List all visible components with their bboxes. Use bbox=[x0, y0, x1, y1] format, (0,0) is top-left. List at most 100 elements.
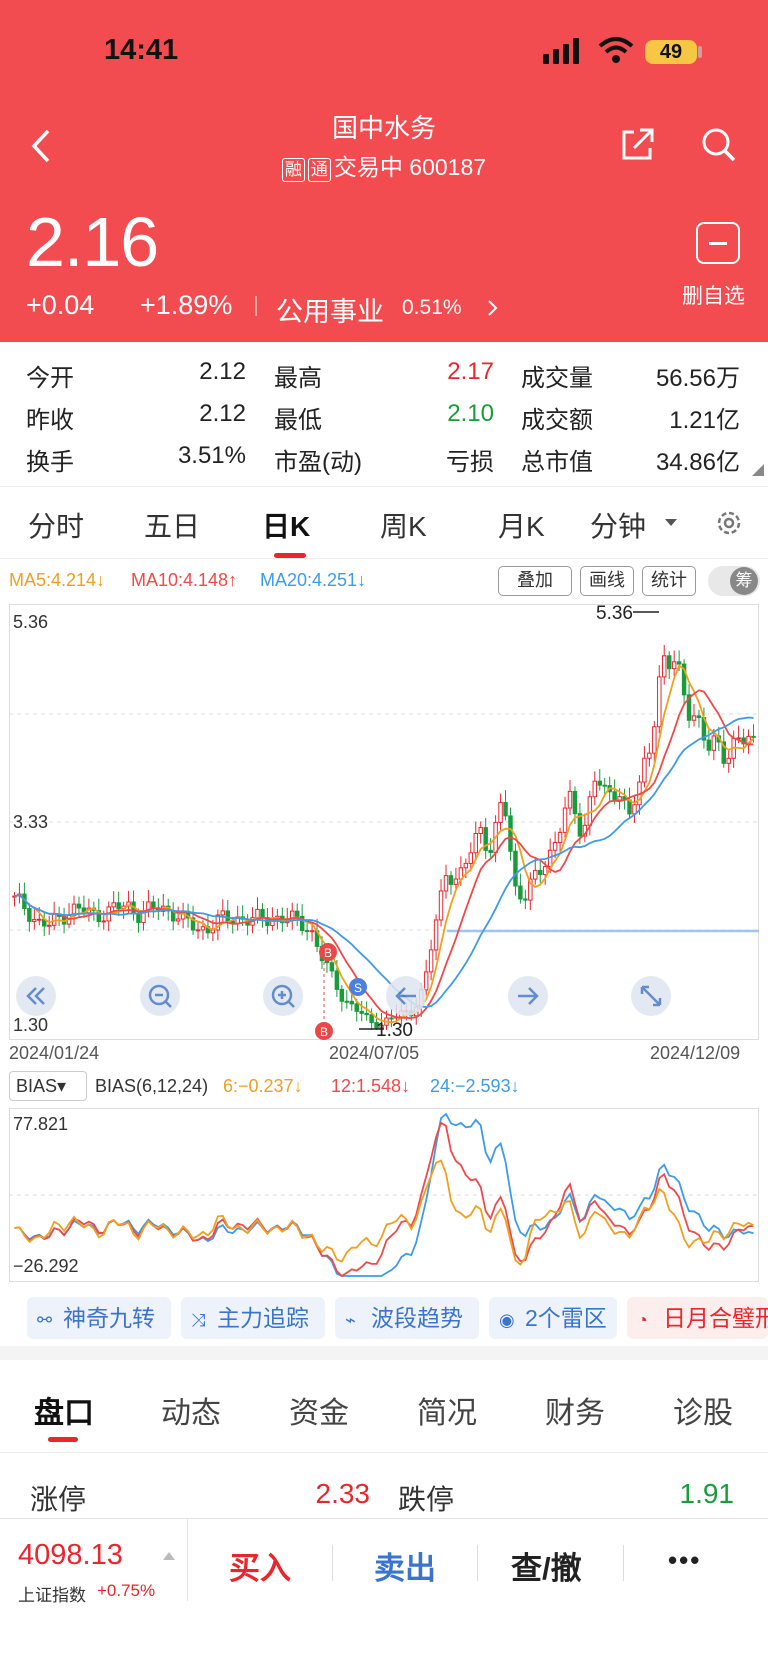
buy-button[interactable]: 买入 bbox=[229, 1543, 291, 1588]
candle-body bbox=[225, 910, 230, 922]
chevron-right-icon[interactable] bbox=[486, 298, 500, 318]
tab-intraday[interactable]: 分时 bbox=[28, 505, 84, 545]
candle-body bbox=[389, 1017, 394, 1020]
candle-body bbox=[354, 1003, 359, 1012]
candle-body bbox=[329, 962, 335, 972]
x-label-start: 2024/01/24 bbox=[9, 1043, 100, 1063]
candle-body bbox=[46, 924, 52, 927]
candle-body bbox=[32, 918, 37, 922]
battery-indicator: 49 bbox=[645, 40, 697, 64]
divider bbox=[0, 558, 768, 559]
candle-body bbox=[463, 862, 469, 869]
sell-button[interactable]: 卖出 bbox=[374, 1543, 436, 1588]
candle-body bbox=[428, 949, 434, 973]
expand-corner-icon[interactable] bbox=[752, 464, 764, 476]
draw-line-button[interactable]: 画线 bbox=[580, 566, 634, 596]
prev-close-value: 2.12 bbox=[199, 400, 246, 427]
candle-body bbox=[557, 831, 563, 843]
candle-body bbox=[552, 841, 558, 851]
feature-label: 2个雷区 bbox=[525, 1305, 607, 1331]
tab-minute[interactable]: 分钟 bbox=[590, 505, 646, 545]
scroll-left-button[interactable] bbox=[386, 976, 426, 1016]
candle-body bbox=[101, 920, 106, 923]
feature-band-trend[interactable]: ⌁ 波段趋势 bbox=[335, 1297, 479, 1339]
candle-body bbox=[339, 988, 345, 1002]
index-value[interactable]: 4098.13 bbox=[18, 1539, 123, 1572]
price-change-pct: +1.89% bbox=[140, 290, 233, 320]
settings-icon[interactable] bbox=[714, 508, 744, 538]
feature-nine-turns[interactable]: ⚯ 神奇九转 bbox=[27, 1297, 171, 1339]
turnover-label: 换手 bbox=[26, 449, 74, 476]
tab-profile[interactable]: 简况 bbox=[417, 1388, 477, 1432]
candle-body bbox=[647, 752, 652, 759]
zoom-out-button[interactable] bbox=[140, 976, 180, 1016]
overlay-button[interactable]: 叠加 bbox=[498, 566, 572, 596]
trade-footer: 4098.13 上证指数 +0.75% 买入 卖出 查/撤 ••• bbox=[0, 1518, 768, 1665]
fullscreen-button[interactable] bbox=[631, 976, 671, 1016]
pe-label: 市盈(动) bbox=[274, 449, 362, 476]
chip-toggle-knob: 筹 bbox=[730, 567, 758, 595]
scroll-right-button[interactable] bbox=[508, 976, 548, 1016]
buy-marker-label: B bbox=[324, 946, 332, 960]
trend-icon: ⌁ bbox=[345, 1310, 356, 1330]
scroll-left-fast-button[interactable] bbox=[16, 976, 56, 1016]
kline-chart[interactable]: B S B bbox=[9, 604, 759, 1040]
query-cancel-button[interactable]: 查/撤 bbox=[511, 1543, 582, 1588]
index-pct: +0.75% bbox=[97, 1581, 156, 1600]
double-chevron-left-icon bbox=[26, 987, 45, 1005]
tab-diagnosis[interactable]: 诊股 bbox=[673, 1388, 733, 1432]
indicator-selector[interactable]: BIAS▾ bbox=[9, 1071, 87, 1101]
candle-body bbox=[468, 852, 474, 864]
tab-weekly-k[interactable]: 周K bbox=[380, 505, 427, 545]
candle-body bbox=[597, 780, 602, 786]
candle-body bbox=[473, 833, 478, 854]
tab-daily-k[interactable]: 日K bbox=[262, 505, 310, 545]
chip-toggle[interactable]: 筹 bbox=[708, 566, 760, 596]
remove-watchlist-button[interactable] bbox=[696, 222, 740, 264]
candle-body bbox=[617, 796, 622, 801]
feature-main-force[interactable]: ⤨ 主力追踪 bbox=[181, 1297, 325, 1339]
tab-monthly-k[interactable]: 月K bbox=[498, 505, 545, 545]
statistics-button[interactable]: 统计 bbox=[642, 566, 696, 596]
nodes-icon: ⚯ bbox=[37, 1310, 53, 1330]
candle-body bbox=[662, 655, 667, 678]
candle-body bbox=[523, 898, 528, 901]
tab-finance[interactable]: 财务 bbox=[545, 1388, 605, 1432]
zoom-in-icon bbox=[271, 984, 295, 1008]
candle-body bbox=[671, 661, 677, 670]
bias6-legend: 6:−0.237↓ bbox=[223, 1076, 303, 1096]
tab-news[interactable]: 动态 bbox=[161, 1388, 221, 1432]
feature-risk-zones[interactable]: ◉ 2个雷区 bbox=[489, 1297, 617, 1339]
candle-body bbox=[666, 655, 672, 670]
candle-body bbox=[448, 875, 454, 885]
zoom-in-button[interactable] bbox=[263, 976, 303, 1016]
open-value: 2.12 bbox=[199, 358, 246, 385]
candle-body bbox=[518, 885, 523, 900]
sector-name[interactable]: 公用事业 bbox=[276, 290, 384, 329]
candle-body bbox=[116, 902, 121, 910]
search-icon[interactable] bbox=[700, 126, 738, 164]
amount-value: 1.21亿 bbox=[669, 407, 740, 434]
tab-capital[interactable]: 资金 bbox=[289, 1388, 349, 1432]
divider bbox=[623, 1545, 624, 1581]
limit-up-value: 2.33 bbox=[315, 1478, 371, 1509]
section-divider bbox=[0, 1346, 768, 1360]
candle-body bbox=[304, 930, 310, 933]
feature-sun-moon[interactable]: ◔ 日月合璧形 bbox=[627, 1297, 768, 1339]
y-tick-top: 5.36 bbox=[13, 612, 49, 632]
candle-body bbox=[642, 757, 647, 783]
candle-body bbox=[369, 1014, 374, 1023]
candle-body bbox=[349, 1000, 354, 1005]
more-button[interactable]: ••• bbox=[668, 1545, 701, 1576]
divider bbox=[0, 486, 768, 487]
connect-tag: 通 bbox=[307, 158, 331, 182]
caret-down-icon[interactable] bbox=[664, 518, 678, 528]
bias-chart[interactable] bbox=[9, 1108, 759, 1282]
share-icon[interactable] bbox=[620, 126, 656, 162]
remove-watchlist-label[interactable]: 删自选 bbox=[682, 280, 745, 310]
candle-body bbox=[711, 735, 717, 751]
mcap-value: 34.86亿 bbox=[655, 449, 740, 476]
tab-order-book[interactable]: 盘口 bbox=[34, 1388, 94, 1432]
tab-five-day[interactable]: 五日 bbox=[144, 505, 200, 545]
arrow-left-icon bbox=[395, 987, 416, 1005]
